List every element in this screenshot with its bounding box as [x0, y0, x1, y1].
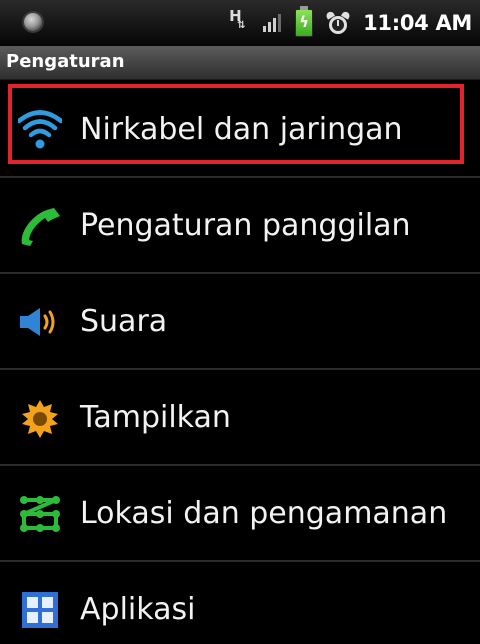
- signal-icon: [263, 14, 282, 32]
- settings-item-wireless-networks[interactable]: Nirkabel dan jaringan: [0, 82, 480, 178]
- settings-item-display[interactable]: Tampilkan: [0, 370, 480, 466]
- clock-time: 11:04 AM: [363, 11, 472, 35]
- notification-dot-icon: [24, 13, 42, 31]
- settings-item-applications[interactable]: Aplikasi: [0, 562, 480, 644]
- wifi-icon: [18, 110, 62, 149]
- settings-item-call-settings[interactable]: Pengaturan panggilan: [0, 178, 480, 274]
- settings-item-label: Aplikasi: [80, 592, 196, 627]
- phone-icon: [21, 208, 60, 246]
- brightness-icon: [22, 400, 58, 438]
- settings-item-label: Nirkabel dan jaringan: [80, 112, 403, 147]
- status-icons: H ⇅ ϟ 11:04 AM: [227, 0, 472, 46]
- settings-item-location-security[interactable]: Lokasi dan pengamanan: [0, 466, 480, 562]
- hspa-icon: H ⇅: [227, 7, 249, 38]
- apps-grid-icon: [22, 592, 58, 628]
- page-title: Pengaturan: [6, 51, 125, 72]
- speaker-icon: [20, 308, 55, 336]
- settings-item-label: Lokasi dan pengamanan: [80, 496, 448, 531]
- settings-item-label: Suara: [80, 304, 168, 339]
- settings-item-label: Pengaturan panggilan: [80, 208, 411, 243]
- title-bar: Pengaturan: [0, 46, 480, 80]
- screen: H ⇅ ϟ 11:04 AM Pengaturan Nirkabel dan j…: [0, 0, 480, 644]
- lock-pattern-icon: [20, 496, 60, 532]
- alarm-clock-icon: [325, 10, 352, 34]
- hspa-arrows: ⇅: [237, 20, 246, 31]
- status-bar: H ⇅ ϟ 11:04 AM: [0, 0, 480, 46]
- battery-charging-icon: ϟ: [295, 6, 314, 37]
- settings-item-sound[interactable]: Suara: [0, 274, 480, 370]
- settings-item-label: Tampilkan: [80, 400, 231, 435]
- settings-list: Nirkabel dan jaringan Pengaturan panggil…: [0, 82, 480, 644]
